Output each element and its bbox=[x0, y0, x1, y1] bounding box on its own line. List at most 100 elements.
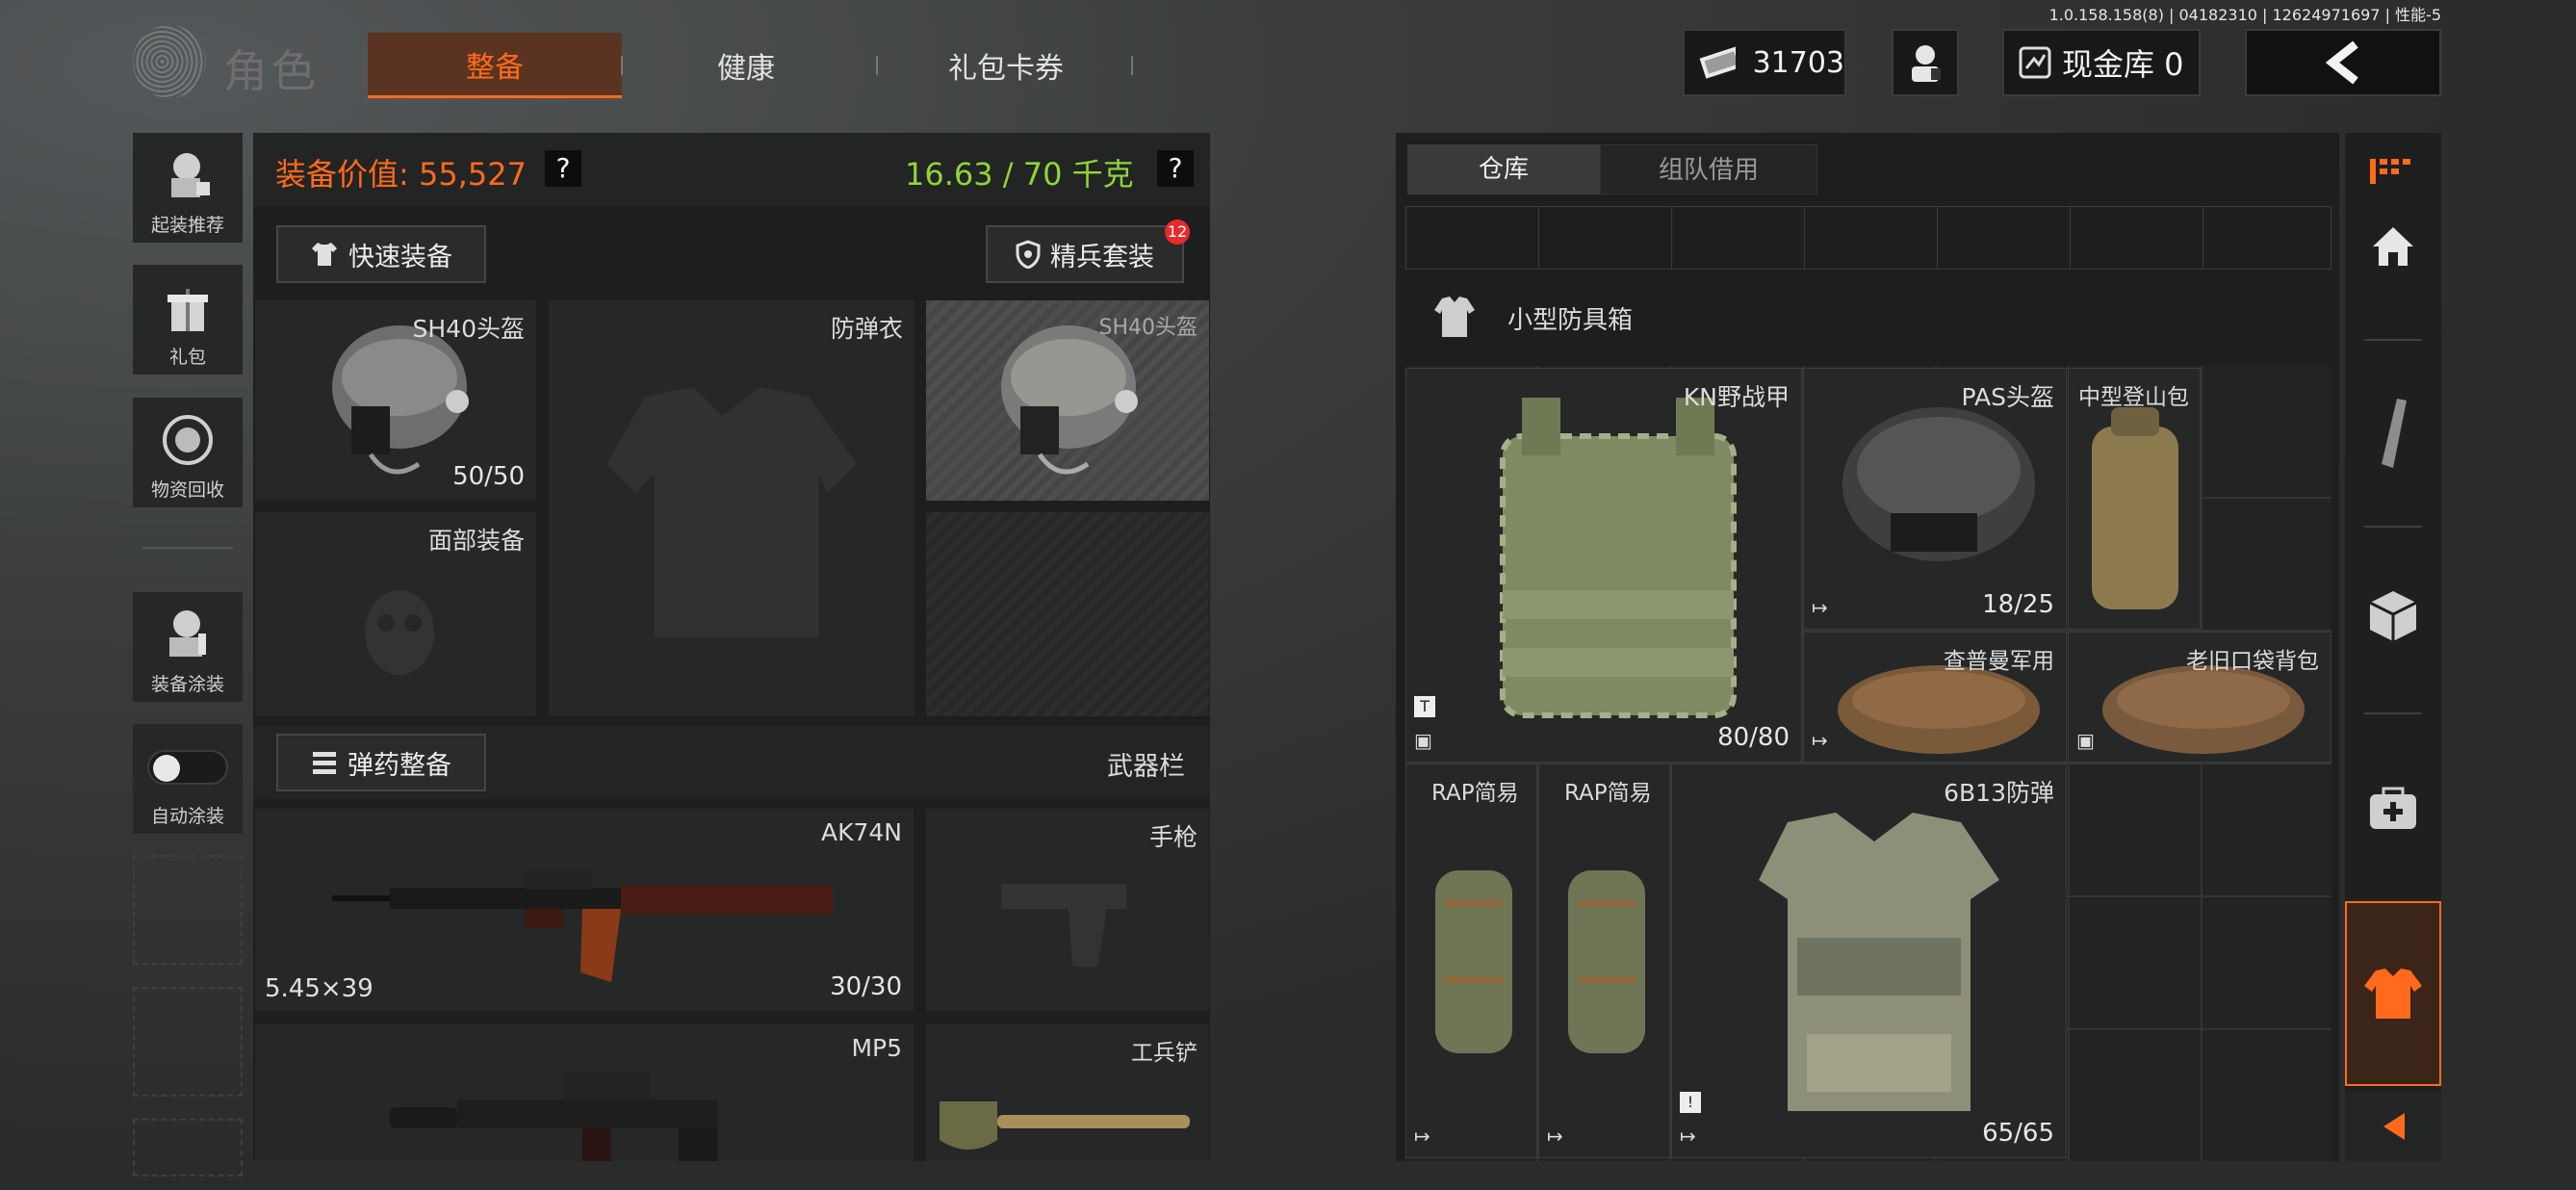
rifle-image bbox=[332, 870, 833, 982]
item-durability: 18/25 bbox=[1982, 590, 2054, 619]
empty-side-slot bbox=[133, 1119, 243, 1177]
item-name: PAS头盔 bbox=[1961, 383, 2054, 411]
6b13-armor-image bbox=[1759, 813, 1999, 1111]
equip-arrow-icon: ↦ bbox=[1547, 1125, 1563, 1148]
side-label: 物资回收 bbox=[150, 479, 224, 501]
quick-equip-button[interactable]: 快速装备 bbox=[276, 225, 486, 283]
value-help-button[interactable]: ? bbox=[545, 150, 581, 187]
soldier-recommend-icon bbox=[171, 153, 210, 197]
profile-button[interactable] bbox=[1892, 29, 1959, 96]
role-logo-icon bbox=[133, 25, 206, 98]
elite-set-button[interactable]: 精兵套装 bbox=[986, 225, 1184, 283]
box-icon: ▣ bbox=[1414, 729, 1432, 752]
magazine-category-button[interactable] bbox=[2345, 385, 2441, 481]
item-name: 6B13防弹 bbox=[1944, 779, 2054, 807]
side-label: 装备涂装 bbox=[150, 674, 224, 695]
box-category-button[interactable] bbox=[2345, 568, 2441, 664]
home-button[interactable] bbox=[2345, 207, 2441, 284]
empty-side-slot bbox=[133, 855, 243, 965]
helmet-durability: 50/50 bbox=[452, 462, 525, 491]
home-icon bbox=[2373, 227, 2413, 266]
empty-side-slot bbox=[133, 987, 243, 1097]
weight-help-button[interactable]: ? bbox=[1157, 150, 1194, 187]
inventory-item[interactable]: 老旧口袋背包 ▣ bbox=[2068, 632, 2331, 763]
medical-category-button[interactable] bbox=[2345, 761, 2441, 857]
helmet-slot[interactable]: SH40头盔 50/50 bbox=[255, 300, 536, 501]
store-icon bbox=[2019, 46, 2051, 79]
pistol-placeholder-image bbox=[1001, 884, 1126, 967]
loadout-recommend-button[interactable]: 起装推荐 bbox=[133, 133, 243, 243]
armor-category-button[interactable] bbox=[2345, 901, 2441, 1086]
item-name: KN野战甲 bbox=[1683, 383, 1790, 411]
elite-set-badge: 12 bbox=[1165, 220, 1190, 245]
equipment-paint-button[interactable]: 装备涂装 bbox=[133, 592, 243, 702]
cash-store-label: 现金库 0 bbox=[2062, 46, 2184, 83]
inventory-item[interactable]: KN野战甲 80/80 T ▣ bbox=[1405, 368, 1802, 763]
item-name: RAP简易 bbox=[1431, 781, 1519, 806]
collapse-rail-button[interactable] bbox=[2345, 1092, 2441, 1161]
version-text: 1.0.158.158(8) | 04182310 | 12624971697 … bbox=[2048, 6, 2441, 24]
gift-pack-button[interactable]: 礼包 bbox=[133, 265, 243, 375]
weapon-bar-label: 武器栏 bbox=[1107, 752, 1185, 782]
face-gear-slot-name: 面部装备 bbox=[427, 527, 525, 555]
money-display[interactable]: 31703 bbox=[1683, 29, 1846, 96]
tier-icon: T bbox=[1414, 696, 1435, 717]
sort-icon bbox=[2370, 159, 2410, 184]
secondary-weapon-slot[interactable]: MP5 bbox=[255, 1024, 914, 1161]
tab-team-borrow[interactable]: 组队借用 bbox=[1600, 144, 1817, 194]
auto-paint-toggle[interactable]: 自动涂装 bbox=[133, 724, 243, 834]
primary-weapon-slot[interactable]: 5.45×39 AK74N 30/30 bbox=[255, 809, 914, 1011]
paint-soldier-icon bbox=[169, 610, 206, 657]
body-armor-slot-name: 防弹衣 bbox=[830, 315, 903, 343]
cash-icon bbox=[1699, 46, 1736, 79]
armor-box-icon bbox=[1434, 297, 1475, 337]
mountain-backpack-image bbox=[2092, 407, 2178, 609]
sort-button[interactable] bbox=[2345, 135, 2441, 202]
helmet-secondary-name: SH40头盔 bbox=[1098, 316, 1198, 340]
helmet-slot-name: SH40头盔 bbox=[412, 315, 525, 343]
back-button[interactable] bbox=[2245, 29, 2441, 96]
side-label: 起装推荐 bbox=[150, 215, 224, 236]
cash-store-button[interactable]: 现金库 0 bbox=[2002, 29, 2201, 96]
melee-slot[interactable]: 工兵铲 bbox=[926, 1024, 1209, 1161]
tab-warehouse[interactable]: 仓库 bbox=[1407, 144, 1600, 194]
melee-slot-name: 工兵铲 bbox=[1131, 1041, 1198, 1066]
inventory-item[interactable]: RAP简易 ↦ bbox=[1405, 763, 1537, 1158]
inventory-item[interactable]: 查普曼军用 ↦ bbox=[1803, 632, 2067, 763]
box-icon: ▣ bbox=[2076, 729, 2095, 752]
helmet-secondary-slot[interactable]: SH40头盔 bbox=[926, 300, 1209, 501]
smg-image bbox=[390, 1073, 717, 1161]
pas-helmet-image bbox=[1842, 407, 2035, 561]
tab-gift-coupons[interactable]: 礼包卡券 bbox=[886, 33, 1126, 98]
armor-vest-icon bbox=[2364, 969, 2422, 1019]
body-armor-placeholder-image bbox=[606, 387, 857, 637]
gas-mask-placeholder-image bbox=[365, 590, 434, 675]
side-label: 自动涂装 bbox=[150, 806, 224, 827]
inventory-item[interactable]: RAP简易 ↦ bbox=[1538, 763, 1670, 1158]
inventory-item[interactable]: PAS头盔 18/25 ↦ bbox=[1803, 368, 2067, 630]
collapse-arrow-icon bbox=[2383, 1113, 2405, 1140]
inventory-item[interactable]: 6B13防弹 65/65 ! ↦ bbox=[1671, 763, 2067, 1158]
rail-divider bbox=[2364, 526, 2422, 528]
armor-box-title: 小型防具箱 bbox=[1507, 306, 1634, 335]
shirt-icon bbox=[312, 243, 337, 266]
weight-display: 16.63 / 70 千克 bbox=[905, 156, 1134, 193]
side-label: 礼包 bbox=[168, 347, 206, 368]
item-name: 查普曼军用 bbox=[1944, 649, 2054, 674]
rifle-name: AK74N bbox=[820, 818, 902, 846]
tab-divider bbox=[1131, 56, 1133, 75]
supply-recycle-button[interactable]: 物资回收 bbox=[133, 398, 243, 507]
body-armor-slot[interactable]: 防弹衣 bbox=[549, 300, 914, 716]
medkit-icon bbox=[2370, 787, 2416, 829]
face-gear-slot[interactable]: 面部装备 bbox=[255, 512, 536, 716]
cube-icon bbox=[2369, 591, 2417, 641]
inventory-item[interactable]: 中型登山包 bbox=[2068, 368, 2201, 630]
tab-divider bbox=[621, 56, 623, 75]
toggle-switch[interactable] bbox=[147, 750, 228, 785]
pistol-slot-name: 手枪 bbox=[1148, 823, 1198, 851]
ammo-prep-button[interactable]: 弹药整备 bbox=[276, 734, 486, 791]
tab-health[interactable]: 健康 bbox=[635, 33, 857, 98]
pistol-slot[interactable]: 手枪 bbox=[926, 809, 1209, 1011]
tab-prepare[interactable]: 整备 bbox=[368, 33, 622, 98]
empty-equipment-slot[interactable] bbox=[926, 512, 1209, 716]
